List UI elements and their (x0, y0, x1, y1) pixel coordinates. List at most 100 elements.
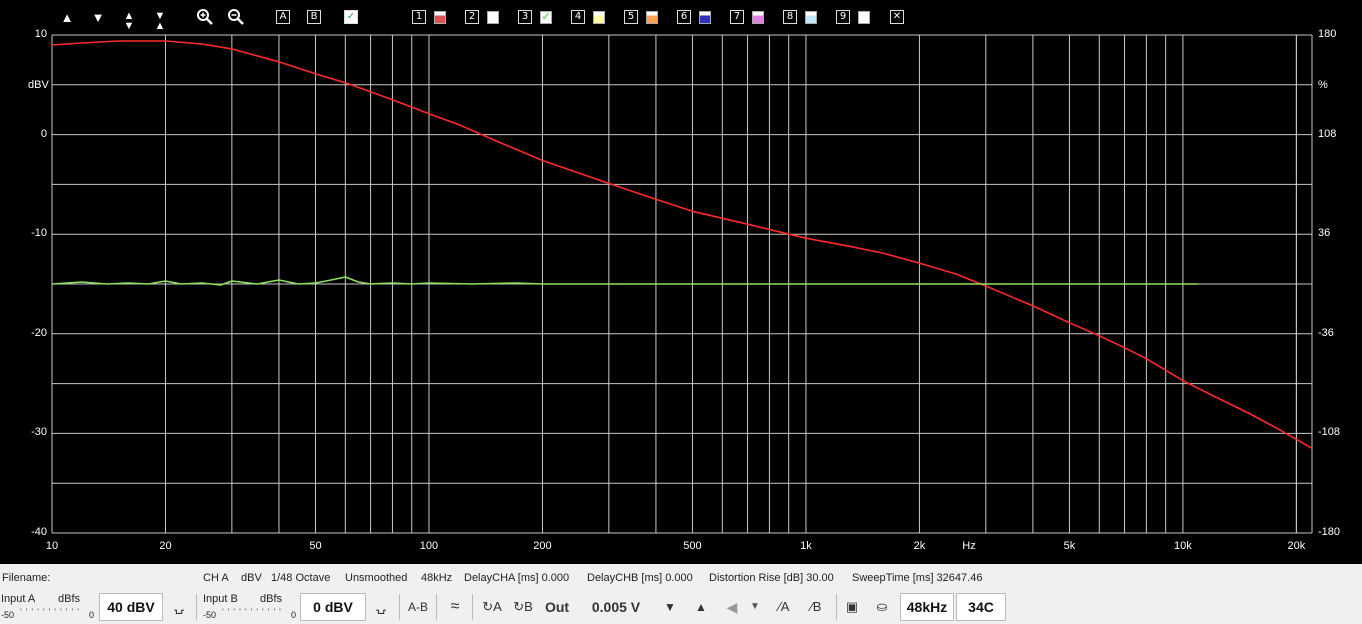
arrow-down-icon[interactable]: ▼ (88, 8, 108, 28)
y-tick-label: -40 (31, 526, 47, 538)
unit-label: dBV (241, 572, 262, 584)
x-axis-unit: Hz (962, 540, 976, 552)
pulse-icon[interactable]: ⍽ (168, 595, 190, 619)
memory-slot-6-color-swatch[interactable] (699, 11, 711, 24)
sample-rate-value[interactable]: 48kHz (900, 593, 954, 621)
x-tick-label: 2k (913, 540, 926, 552)
right-axis-unit: % (1318, 79, 1328, 91)
chevron-down-icon[interactable]: ▼ (747, 595, 763, 619)
input-b-scale-ticks: ''''''''''' (222, 607, 285, 617)
input-a-dbfs-label: dBfs (58, 593, 81, 605)
memory-slot-8-number[interactable]: 8 (783, 10, 797, 24)
octave-label: 1/48 Octave (271, 572, 331, 584)
plot-area[interactable]: ▲ ▼ ▲ ▼ ▼ ▲ A B ✓ 1 2 3 ✓ 4 5 6 7 8 9 ✕ dBV % Hz 10… (0, 0, 1362, 564)
cursor-a-button[interactable]: A (276, 10, 290, 24)
control-bar: Input A dBfs -50 ''''''''''' 0 40 dBV ⍽ … (0, 590, 1362, 624)
memory-slot-7-color-swatch[interactable] (752, 11, 764, 24)
channel-label: CH A (203, 572, 229, 584)
collapse-vertical-icon[interactable]: ▼ ▲ (150, 11, 170, 32)
input-b-value[interactable]: 0 dBV (300, 593, 366, 621)
x-tick-label: 5k (1063, 540, 1076, 552)
y2-tick-label: -180 (1318, 526, 1341, 538)
delay-b-label: DelayCHB [ms] 0.000 (587, 572, 693, 584)
channel-a-loop-button[interactable]: ↻A (480, 595, 504, 619)
memory-slot-2-number[interactable]: 2 (465, 10, 479, 24)
y2-tick-label: 108 (1318, 127, 1337, 140)
y2-tick-label: 180 (1318, 28, 1337, 40)
input-b-scale-max: 0 (291, 610, 297, 620)
pulse-icon[interactable]: ⍽ (370, 595, 392, 619)
separator (436, 594, 437, 620)
speaker-icon[interactable]: ◀ (722, 595, 742, 619)
status-line: Filename: CH A dBV 1/48 Octave Unsmoothe… (0, 568, 1362, 588)
zoom-in-icon[interactable] (196, 8, 216, 28)
input-a-value[interactable]: 40 dBV (99, 593, 163, 621)
input-a-scale-ticks: ''''''''''' (20, 607, 83, 617)
volume-a-button[interactable]: ∕A (772, 595, 796, 619)
y-tick-label: -10 (31, 227, 47, 240)
separator (472, 594, 473, 620)
output-label: Out (544, 599, 570, 615)
close-icon[interactable]: ✕ (890, 10, 904, 24)
loop-icon: ↻ (513, 599, 525, 614)
frequency-response-chart[interactable] (0, 0, 1362, 564)
x-tick-label: 100 (419, 540, 439, 552)
filename-label: Filename: (2, 572, 51, 584)
input-a-scale-max: 0 (89, 610, 95, 620)
series-1-line (51, 40, 1313, 449)
output-voltage[interactable]: 0.005 V (586, 595, 646, 619)
temperature-value: 34C (956, 593, 1006, 621)
y-tick-label: 10 (34, 28, 47, 40)
input-b-scale-min: -50 (203, 610, 217, 620)
memory-slot-7-number[interactable]: 7 (730, 10, 744, 24)
x-tick-label: 10k (1174, 540, 1192, 552)
series-2-line (51, 276, 1199, 286)
volume-b-button[interactable]: ∕B (804, 595, 828, 619)
input-a-scale-min: -50 (1, 610, 15, 620)
arrow-up-icon[interactable]: ▲ (691, 595, 711, 619)
delay-a-label: DelayCHA [ms] 0.000 (464, 572, 570, 584)
x-tick-label: 1k (800, 540, 812, 552)
arrow-up-icon[interactable]: ▲ (57, 8, 77, 28)
database-icon[interactable]: ⛀ (872, 595, 892, 619)
arrow-down-icon[interactable]: ▼ (660, 595, 680, 619)
separator (196, 594, 197, 620)
a-minus-b-button[interactable]: A-B (405, 595, 431, 619)
x-tick-label: 20 (159, 540, 172, 552)
cursor-b-button[interactable]: B (307, 10, 321, 24)
volume-b-label: B (812, 599, 822, 614)
wave-icon[interactable]: ≈ (443, 595, 467, 619)
memory-slot-3-color-swatch[interactable]: ✓ (540, 11, 552, 24)
y2-tick-label: 36 (1318, 227, 1331, 240)
y2-tick-label: -108 (1318, 426, 1341, 439)
memory-slot-1-number[interactable]: 1 (412, 10, 426, 24)
zoom-out-icon[interactable] (227, 8, 247, 28)
channel-a-label: A (493, 599, 502, 614)
memory-slot-3-number[interactable]: 3 (518, 10, 532, 24)
memory-slot-5-color-swatch[interactable] (646, 11, 658, 24)
input-a-label: Input A (1, 593, 36, 605)
checkmark-icon[interactable]: ✓ (344, 10, 358, 24)
memory-slot-8-color-swatch[interactable] (805, 11, 817, 24)
separator (836, 594, 837, 620)
memory-slot-6-number[interactable]: 6 (677, 10, 691, 24)
x-tick-label: 50 (309, 540, 322, 552)
separator (399, 594, 400, 620)
distortion-label: Distortion Rise [dB] 30.00 (709, 572, 834, 584)
channel-b-label: B (524, 599, 533, 614)
memory-slot-9-number[interactable]: 9 (836, 10, 850, 24)
memory-slot-4-color-swatch[interactable] (593, 11, 605, 24)
channel-b-loop-button[interactable]: ↻B (511, 595, 535, 619)
input-b-dbfs-label: dBfs (260, 593, 283, 605)
expand-vertical-icon[interactable]: ▲ ▼ (119, 11, 139, 32)
rate-label: 48kHz (421, 572, 453, 584)
memory-slot-1-color-swatch[interactable] (434, 11, 446, 24)
memory-slot-5-number[interactable]: 5 (624, 10, 638, 24)
card-icon[interactable]: ▣ (842, 595, 862, 619)
x-tick-label: 20k (1287, 540, 1306, 552)
memory-slot-4-number[interactable]: 4 (571, 10, 585, 24)
x-tick-label: 500 (683, 540, 702, 552)
memory-slot-2-color-swatch[interactable] (487, 11, 499, 24)
sweep-label: SweepTime [ms] 32647.46 (852, 572, 983, 584)
memory-slot-9-color-swatch[interactable] (858, 11, 870, 24)
